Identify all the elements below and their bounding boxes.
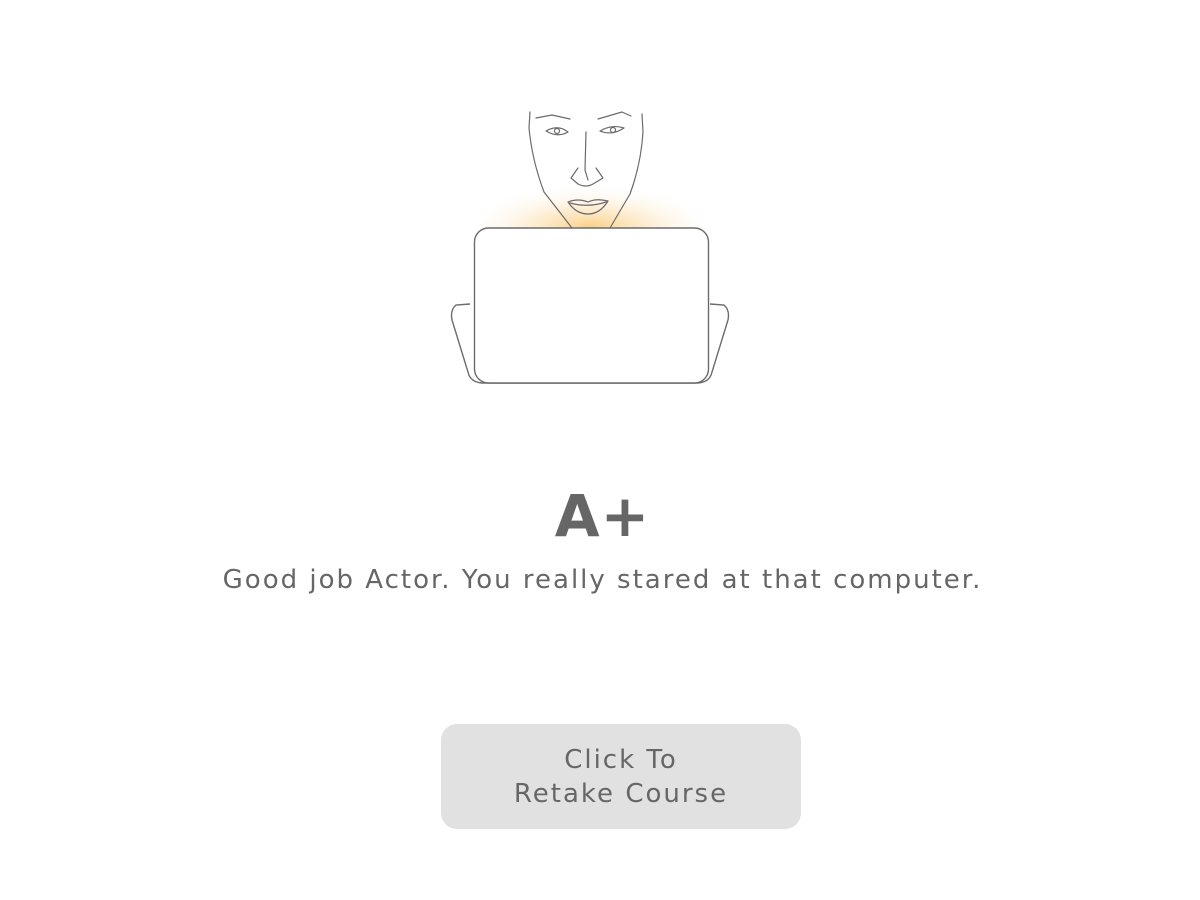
screen-glow xyxy=(480,154,700,228)
result-screen: A+ Good job Actor. You really stared at … xyxy=(0,0,1200,900)
grade-text: A+ xyxy=(554,482,651,550)
laptop-lid xyxy=(473,227,710,384)
retake-button-line2: Retake Course xyxy=(513,778,729,809)
retake-button-line1: Click To xyxy=(564,744,678,775)
retake-course-button[interactable]: Click To Retake Course xyxy=(441,724,801,829)
result-message: Good job Actor. You really stared at tha… xyxy=(222,565,983,595)
person-at-laptop-icon xyxy=(450,111,730,384)
